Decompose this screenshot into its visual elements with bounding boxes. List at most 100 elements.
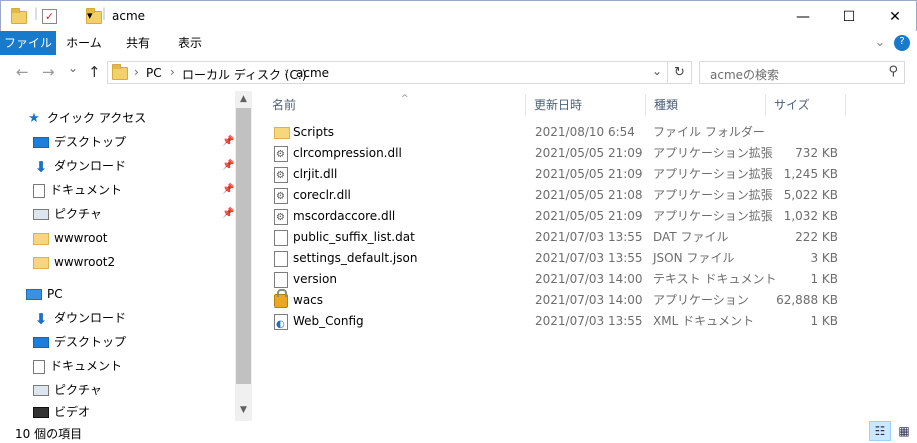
documents-icon [33,183,45,198]
maximize-button[interactable]: ☐ [826,1,872,32]
sidebar-item-pc-videos[interactable]: ビデオ [33,401,90,423]
refresh-button[interactable]: ↻ [668,61,692,84]
search-icon[interactable]: ⚲ [888,64,898,79]
sidebar-item-desktop[interactable]: デスクトップ [33,131,126,153]
file-icon [274,272,288,288]
file-name: mscordaccore.dll [293,209,396,223]
table-row[interactable]: Web_Config 2021/07/03 13:55 XML ドキュメント 1 KB [270,311,850,335]
scroll-up-icon[interactable]: ▲ [235,91,252,108]
breadcrumb-separator[interactable]: › [284,65,289,79]
sidebar-item-pc-downloads[interactable]: ⬇ ダウンロード [33,307,126,329]
file-date: 2021/05/05 21:09 [535,209,643,223]
column-header-type[interactable]: 種類 [646,94,766,116]
file-name: Web_Config [293,314,364,328]
details-view-button[interactable]: ☷ [869,421,891,441]
table-row[interactable]: clrcompression.dll 2021/05/05 21:09 アプリケーシ… [270,143,850,165]
column-header-name[interactable]: 名前 ^ [264,94,526,116]
pin-icon[interactable]: 📌 [222,160,234,171]
table-row[interactable]: mscordaccore.dll 2021/05/05 21:09 アプリケーション… [270,206,850,228]
back-button[interactable]: ← [16,63,29,81]
pin-icon[interactable]: 📌 [222,136,234,147]
table-row[interactable]: version 2021/07/03 14:00 テキスト ドキュメント 1 KB [270,269,850,290]
sidebar-item-downloads[interactable]: ⬇ ダウンロード [33,155,126,177]
column-header-size[interactable]: サイズ [766,94,846,116]
table-row[interactable]: Scripts 2021/08/10 6:54 ファイル フォルダー [270,122,850,143]
table-row[interactable]: wacs 2021/07/03 14:00 アプリケーション 62,888 KB [270,289,850,311]
tab-file[interactable]: ファイル [0,31,56,55]
tab-share[interactable]: 共有 [114,31,162,55]
table-row[interactable]: clrjit.dll 2021/05/05 21:09 アプリケーション拡張 1,24… [270,164,850,186]
sidebar-item-label: デスクトップ [54,335,127,349]
file-type: DAT ファイル [653,230,729,244]
qa-divider: | [34,6,39,20]
scrollbar-thumb[interactable] [236,108,251,384]
properties-check-icon[interactable]: ✓ [42,9,57,24]
sidebar-item-documents[interactable]: ドキュメント [33,179,122,201]
folder-icon[interactable] [11,8,27,24]
sidebar-scrollbar[interactable]: ▲ ▼ [235,91,252,421]
sidebar-item-wwwroot[interactable]: wwwroot [33,227,108,249]
pin-icon[interactable]: 📌 [222,208,234,219]
title-divider: | [102,6,107,20]
customize-dropdown-icon[interactable]: ▾ [87,9,93,27]
file-type: JSON ファイル [653,251,735,265]
forward-button[interactable]: → [42,63,55,81]
table-row[interactable]: settings_default.json 2021/07/03 13:55 JSO… [270,248,850,269]
sidebar-item-pc-documents[interactable]: ドキュメント [33,355,122,377]
file-date: 2021/05/05 21:08 [535,188,643,202]
up-button[interactable]: ↑ [88,63,101,81]
sidebar-item-wwwroot2[interactable]: wwwroot2 [33,251,115,273]
breadcrumb-separator[interactable]: › [134,65,139,79]
desktop-icon [33,137,49,148]
sidebar-item-quick-access[interactable]: ★ クイック アクセス [26,107,146,129]
help-icon[interactable]: ? [894,35,910,51]
breadcrumb-pc[interactable]: PC [146,66,162,80]
breadcrumb-acme[interactable]: acme [296,66,329,80]
file-name: settings_default.json [293,251,418,265]
file-date: 2021/07/03 13:55 [535,230,643,244]
download-icon: ⬇ [34,157,48,176]
tab-view[interactable]: 表示 [166,31,214,55]
lock-app-icon [274,289,288,308]
table-row[interactable]: public_suffix_list.dat 2021/07/03 13:55 DA… [270,227,850,248]
dll-icon [274,186,288,207]
recent-locations-button[interactable]: ⌄ [68,61,78,75]
scroll-down-icon[interactable]: ▼ [235,402,252,419]
table-row[interactable]: coreclr.dll 2021/05/05 21:08 アプリケーション拡張 5,0… [270,185,850,207]
file-name: Scripts [293,125,335,139]
large-icons-view-button[interactable]: ▦ [893,421,915,441]
sidebar-item-pictures[interactable]: ピクチャ [33,203,102,225]
folder-icon [274,127,290,139]
address-bar[interactable]: › PC › ローカル ディスク (C:) › acme ⌄ [107,61,668,84]
file-name: coreclr.dll [293,188,351,202]
download-icon: ⬇ [34,309,48,328]
search-input[interactable]: acmeの検索 ⚲ [699,61,905,84]
file-name: public_suffix_list.dat [293,230,415,244]
file-date: 2021/08/10 6:54 [535,125,635,139]
window-title: acme [112,9,146,23]
file-type: テキスト ドキュメント [653,272,777,286]
file-size: 1 KB [810,314,838,328]
tab-home[interactable]: ホーム [60,31,108,55]
address-dropdown-icon[interactable]: ⌄ [652,64,662,78]
file-name: clrcompression.dll [293,146,402,160]
breadcrumb-separator[interactable]: › [170,65,175,79]
file-date: 2021/07/03 13:55 [535,251,643,265]
sidebar-item-label: ドキュメント [50,359,123,373]
sidebar-item-pc-pictures[interactable]: ピクチャ [33,379,102,401]
file-name: clrjit.dll [293,167,338,181]
sidebar-item-label: ビデオ [54,405,91,419]
sidebar-item-label: wwwroot2 [54,255,116,269]
file-size: 62,888 KB [776,293,838,307]
column-header-date[interactable]: 更新日時 [526,94,646,116]
close-button[interactable]: ✕ [872,1,917,32]
pin-icon[interactable]: 📌 [222,184,234,195]
sidebar-item-pc[interactable]: PC [26,283,63,305]
sidebar-item-label: ピクチャ [54,207,102,221]
ribbon-expand-icon[interactable]: ⌄ [870,31,890,55]
sidebar-item-pc-desktop[interactable]: デスクトップ [33,331,126,353]
pc-icon [26,289,42,300]
file-icon [274,251,288,267]
minimize-button[interactable]: — [780,1,826,32]
pictures-icon [33,385,49,396]
